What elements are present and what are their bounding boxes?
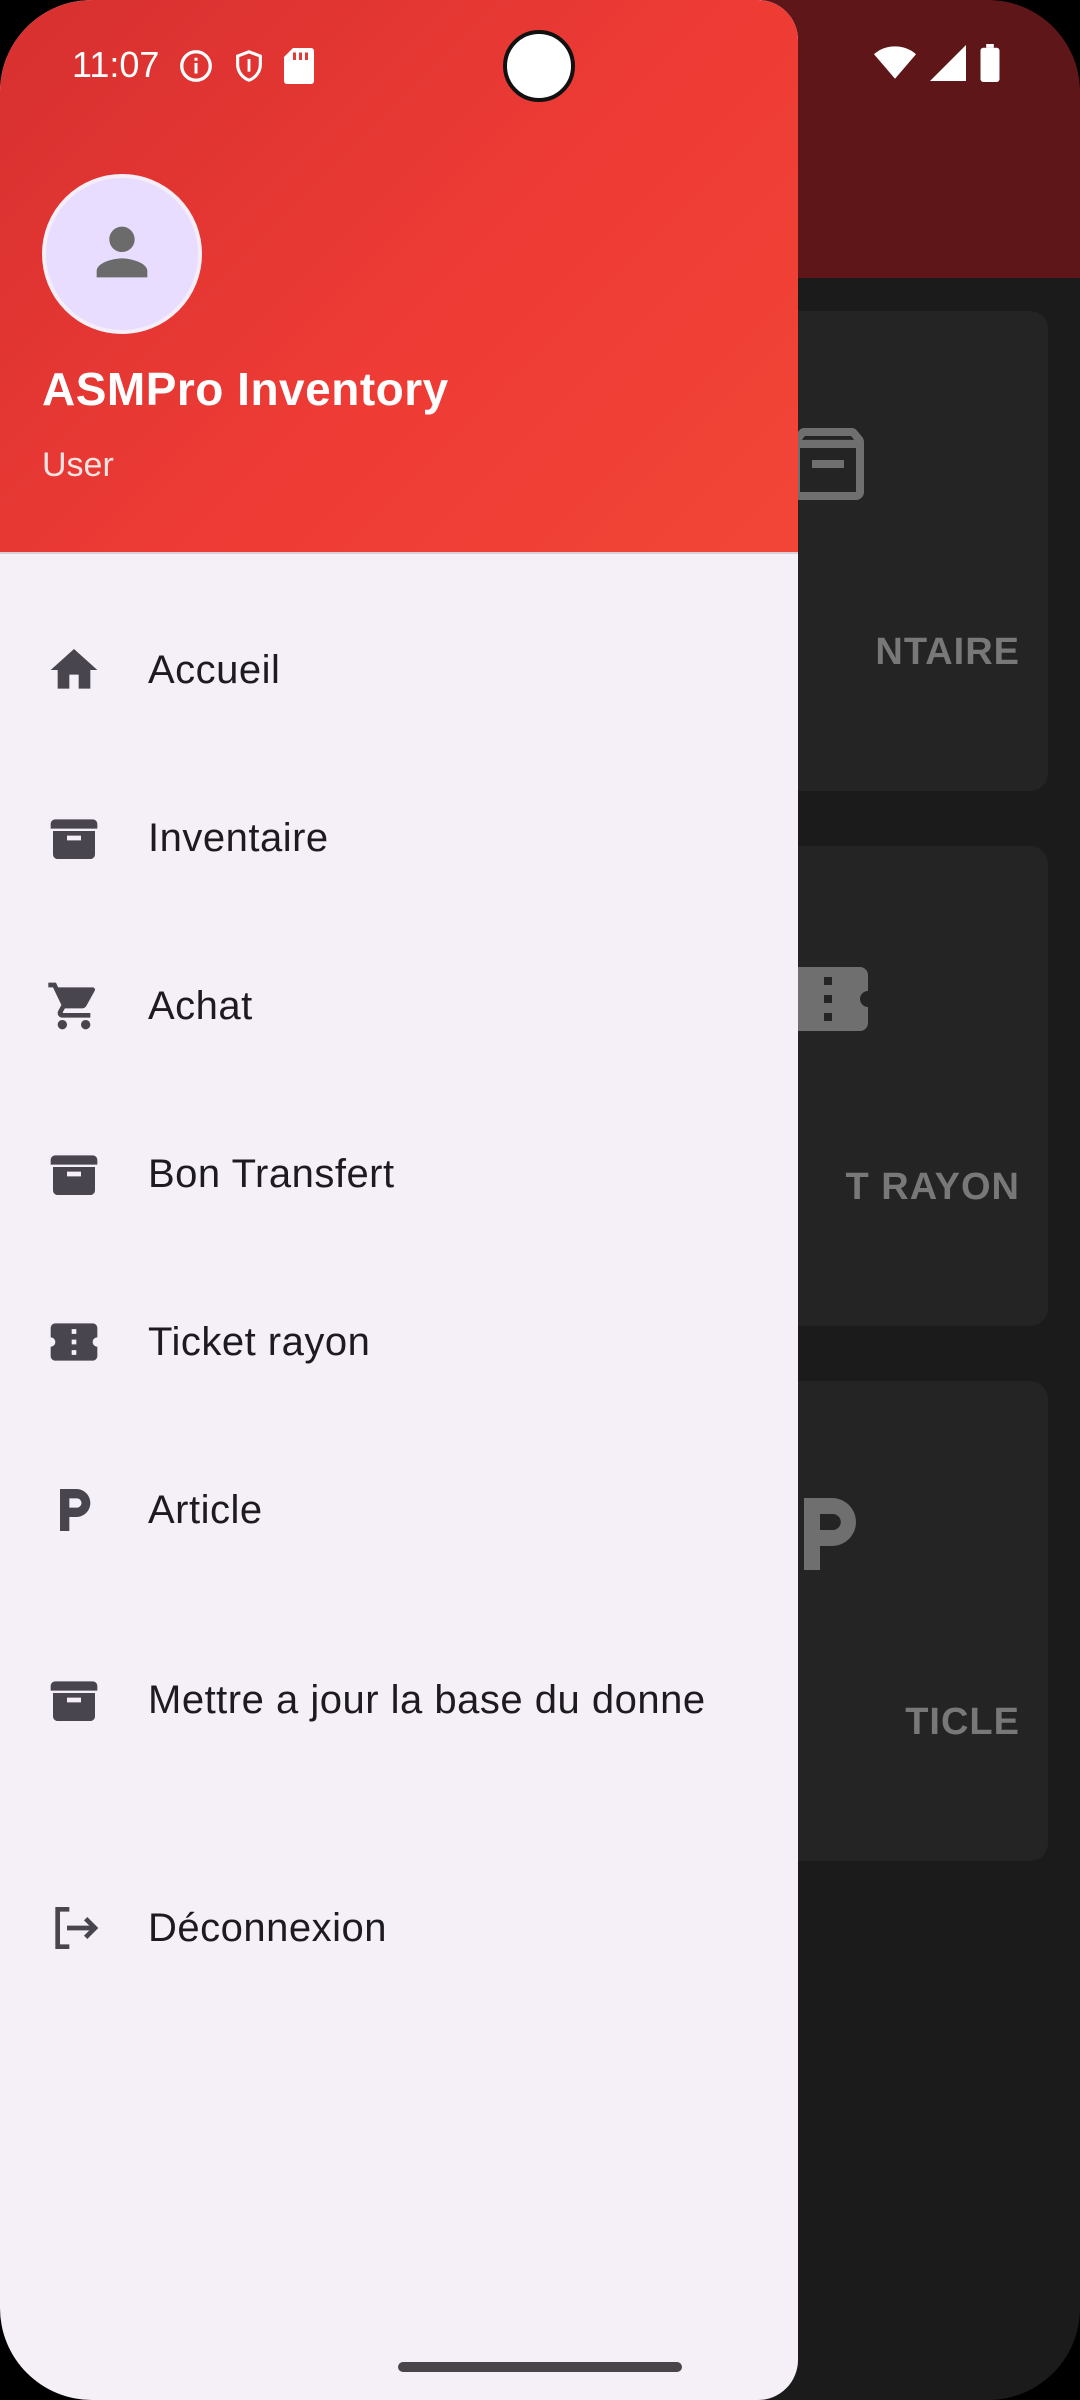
info-icon bbox=[178, 48, 214, 89]
drawer-item-label: Article bbox=[148, 1487, 263, 1532]
avatar[interactable] bbox=[42, 174, 202, 334]
drawer-menu: Accueil Inventaire Achat Bon Transfert T… bbox=[0, 586, 798, 2012]
status-time: 11:07 bbox=[72, 44, 160, 85]
drawer-item-label: Mettre a jour la base du donne bbox=[148, 1677, 706, 1722]
background-card-article: TICLE bbox=[760, 1381, 1048, 1861]
drawer-item-achat[interactable]: Achat bbox=[0, 922, 798, 1090]
shield-icon bbox=[232, 48, 266, 89]
navigation-drawer: ASMPro Inventory User Accueil Inventaire bbox=[0, 0, 798, 2400]
drawer-item-bon-transfert[interactable]: Bon Transfert bbox=[0, 1090, 798, 1258]
drawer-item-label: Achat bbox=[148, 983, 253, 1028]
drawer-item-label: Bon Transfert bbox=[148, 1151, 395, 1196]
status-icons-left bbox=[178, 48, 314, 89]
camera-cutout bbox=[503, 30, 575, 102]
background-card-inventaire: NTAIRE bbox=[760, 311, 1048, 791]
drawer-item-deconnexion[interactable]: Déconnexion bbox=[0, 1844, 798, 2012]
battery-icon bbox=[980, 44, 1000, 87]
cart-icon bbox=[44, 976, 104, 1036]
ticket-icon bbox=[44, 1312, 104, 1372]
gesture-bar[interactable] bbox=[398, 2362, 682, 2372]
drawer-item-inventaire[interactable]: Inventaire bbox=[0, 754, 798, 922]
signal-icon bbox=[930, 45, 966, 86]
parking-icon bbox=[44, 1480, 104, 1540]
drawer-item-ticket-rayon[interactable]: Ticket rayon bbox=[0, 1258, 798, 1426]
drawer-item-label: Accueil bbox=[148, 647, 281, 692]
user-role: User bbox=[42, 446, 114, 484]
drawer-item-update-database[interactable]: Mettre a jour la base du donne bbox=[0, 1594, 798, 1806]
person-icon bbox=[84, 214, 160, 295]
sd-card-icon bbox=[284, 48, 314, 89]
logout-icon bbox=[44, 1898, 104, 1958]
wifi-icon bbox=[874, 45, 916, 86]
background-card-ticket-rayon: T RAYON bbox=[760, 846, 1048, 1326]
status-icons-right bbox=[874, 44, 1000, 87]
device-screen: NTAIRE T RAYON TICLE ASMPro Inventory Us… bbox=[0, 0, 1080, 2400]
archive-icon bbox=[44, 808, 104, 868]
drawer-item-article[interactable]: Article bbox=[0, 1426, 798, 1594]
drawer-item-accueil[interactable]: Accueil bbox=[0, 586, 798, 754]
drawer-item-label: Inventaire bbox=[148, 815, 329, 860]
divider bbox=[0, 552, 798, 554]
home-icon bbox=[44, 640, 104, 700]
archive-icon bbox=[44, 1144, 104, 1204]
app-title: ASMPro Inventory bbox=[42, 363, 449, 415]
drawer-item-label: Ticket rayon bbox=[148, 1319, 371, 1364]
archive-icon bbox=[44, 1670, 104, 1730]
drawer-item-label: Déconnexion bbox=[148, 1905, 387, 1950]
